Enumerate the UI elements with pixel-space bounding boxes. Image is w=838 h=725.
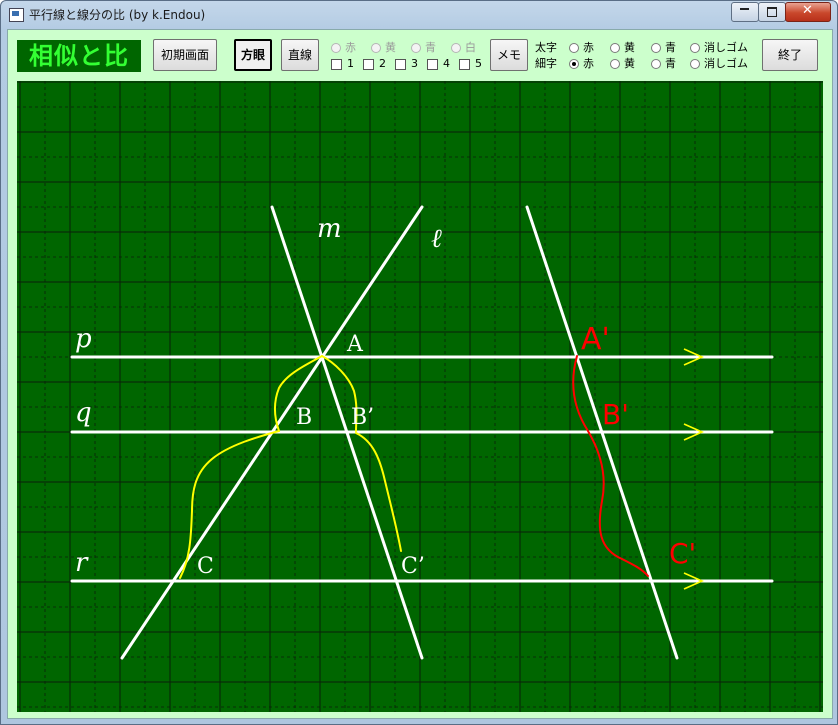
exit-button[interactable]: 終了 <box>762 39 818 71</box>
line-button[interactable]: 直線 <box>281 39 319 71</box>
label-l: ℓ <box>431 224 442 254</box>
thick-yellow-radio[interactable]: 黄 <box>610 41 635 54</box>
minimize-button[interactable] <box>731 2 759 22</box>
line-color-blue-radio[interactable]: 青 <box>411 41 436 54</box>
line-1-checkbox[interactable]: 1 <box>331 57 354 70</box>
handwritten-a-prime: A' <box>581 322 610 357</box>
label-q: q <box>75 398 92 428</box>
handwritten-c-prime: C' <box>669 537 696 570</box>
window-title: 平行線と線分の比 (by k.Endou) <box>29 8 206 22</box>
drawing-board[interactable]: p q r m ℓ A B B’ C C’ A' B' C' <box>17 81 823 712</box>
point-b-prime: B’ <box>351 405 374 430</box>
label-m: m <box>317 214 342 244</box>
close-icon: ✕ <box>802 3 813 18</box>
minimize-icon <box>740 8 749 10</box>
thick-eraser-radio[interactable]: 消しゴム <box>690 41 748 54</box>
maximize-button[interactable] <box>758 2 786 22</box>
client-area: 相似と比 初期画面 方眼 直線 赤 黄 青 白 1 2 3 4 5 メモ 太字 … <box>7 29 833 719</box>
app-window: 平行線と線分の比 (by k.Endou) ✕ 相似と比 初期画面 方眼 直線 … <box>0 0 838 725</box>
thin-red-radio[interactable]: 赤 <box>569 57 594 70</box>
line-2-checkbox[interactable]: 2 <box>363 57 386 70</box>
thin-pen-label: 細字 <box>535 57 557 70</box>
app-logo: 相似と比 <box>17 40 141 72</box>
board-canvas[interactable]: p q r m ℓ A B B’ C C’ A' B' C' <box>17 81 823 712</box>
thin-eraser-radio[interactable]: 消しゴム <box>690 57 748 70</box>
line-color-yellow-radio[interactable]: 黄 <box>371 41 396 54</box>
line-color-red-radio[interactable]: 赤 <box>331 41 356 54</box>
label-p: p <box>75 324 92 354</box>
line-3-checkbox[interactable]: 3 <box>395 57 418 70</box>
handwritten-b-prime: B' <box>602 398 629 431</box>
title-bar[interactable]: 平行線と線分の比 (by k.Endou) ✕ <box>1 1 837 29</box>
line-4-checkbox[interactable]: 4 <box>427 57 450 70</box>
thin-blue-radio[interactable]: 青 <box>651 57 676 70</box>
initial-screen-button[interactable]: 初期画面 <box>153 39 217 71</box>
memo-button[interactable]: メモ <box>490 39 528 71</box>
close-button[interactable]: ✕ <box>785 2 831 22</box>
point-c: C <box>197 554 214 579</box>
line-color-white-radio[interactable]: 白 <box>451 41 476 54</box>
thin-yellow-radio[interactable]: 黄 <box>610 57 635 70</box>
point-c-prime: C’ <box>401 554 425 579</box>
point-a: A <box>346 332 364 357</box>
thick-red-radio[interactable]: 赤 <box>569 41 594 54</box>
label-r: r <box>75 548 89 578</box>
line-5-checkbox[interactable]: 5 <box>459 57 482 70</box>
maximize-icon <box>767 7 777 17</box>
thick-pen-label: 太字 <box>535 41 557 54</box>
app-icon <box>9 8 24 22</box>
thick-blue-radio[interactable]: 青 <box>651 41 676 54</box>
point-b: B <box>296 405 312 430</box>
grid-button[interactable]: 方眼 <box>234 39 272 71</box>
